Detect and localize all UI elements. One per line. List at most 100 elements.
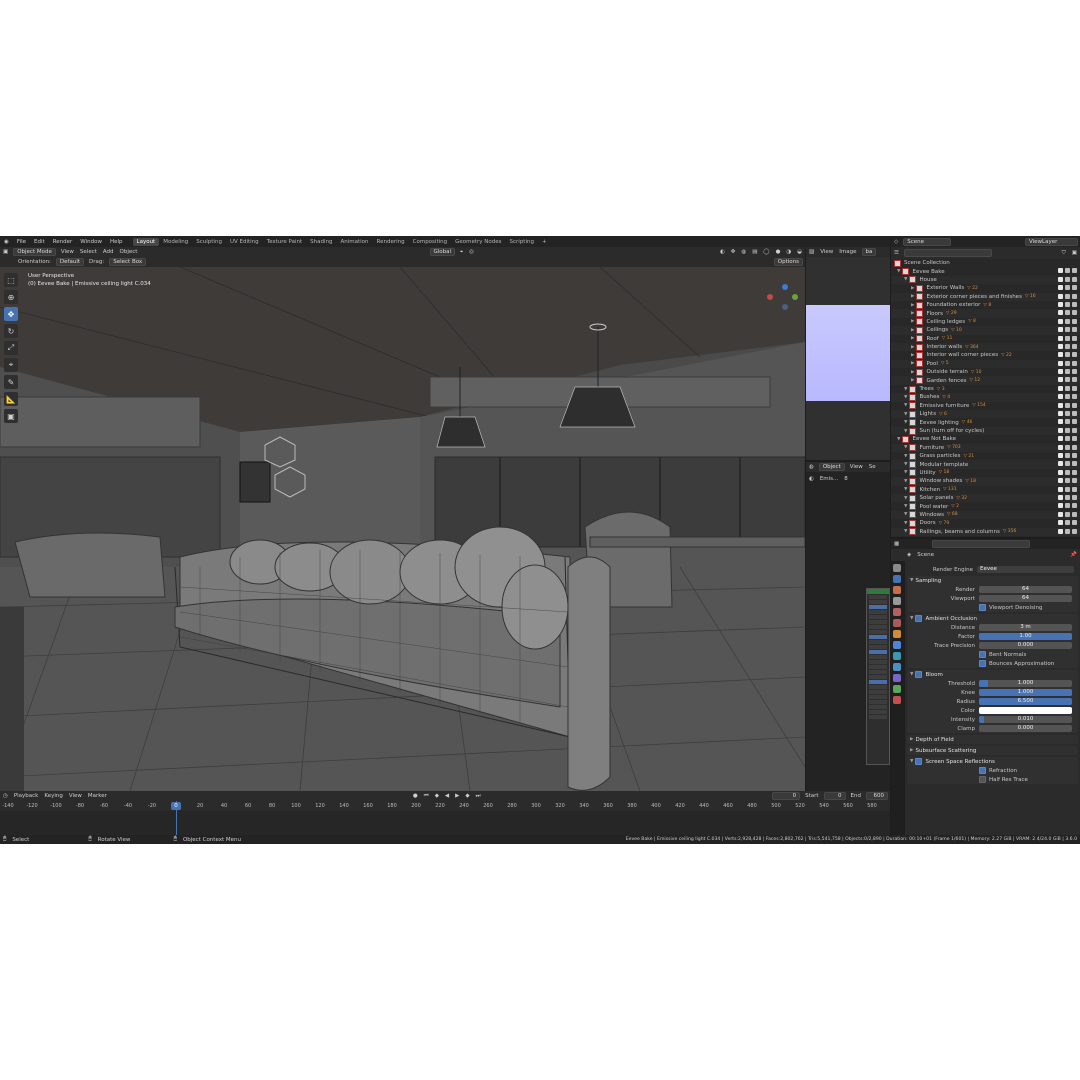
- world-tab-icon[interactable]: [893, 619, 901, 627]
- orientation-dropdown[interactable]: Default: [55, 258, 85, 266]
- exclude-checkbox-icon[interactable]: [1058, 352, 1063, 358]
- tab-animation[interactable]: Animation: [336, 238, 372, 246]
- camera-icon[interactable]: [1072, 503, 1077, 509]
- timeline-menu-playback[interactable]: Playback: [11, 793, 42, 799]
- material-slot[interactable]: 8: [841, 476, 851, 482]
- exclude-checkbox-icon[interactable]: [1058, 503, 1063, 509]
- timeline-ruler[interactable]: -140 -120 -100 -80 -60 -40 -20 0 20 40 60 80 100 120 1…: [0, 801, 890, 811]
- menu-add[interactable]: Add: [100, 249, 117, 255]
- menu-edit[interactable]: Edit: [30, 239, 49, 245]
- play-icon[interactable]: ▶: [452, 793, 462, 799]
- outliner-row[interactable]: ▼ Doors ▽ 79: [891, 519, 1080, 527]
- exclude-checkbox-icon[interactable]: [1058, 461, 1063, 467]
- expand-icon[interactable]: ▼: [904, 277, 907, 282]
- expand-icon[interactable]: ▼: [904, 395, 907, 400]
- jump-start-icon[interactable]: ⏮: [421, 793, 432, 800]
- outliner-row[interactable]: ▼ Utility ▽ 18: [891, 469, 1080, 477]
- exclude-checkbox-icon[interactable]: [1058, 394, 1063, 400]
- outliner-row[interactable]: ▶ Garden fences ▽ 12: [891, 376, 1080, 385]
- outliner-row[interactable]: ▶ Foundation exterior ▽ 8: [891, 301, 1080, 309]
- gizmo-icon[interactable]: ✥: [728, 249, 739, 255]
- exclude-checkbox-icon[interactable]: [1058, 511, 1063, 517]
- exclude-checkbox-icon[interactable]: [1058, 411, 1063, 417]
- play-reverse-icon[interactable]: ◀: [442, 793, 452, 799]
- select-box-icon[interactable]: ⬚: [4, 273, 18, 287]
- viewport-samples-field[interactable]: 64: [979, 595, 1072, 602]
- render-tab-icon[interactable]: [893, 575, 901, 583]
- ssr-header[interactable]: ▼ Screen Space Reflections: [907, 757, 1078, 766]
- outliner-row[interactable]: ▼ Pool water ▽ 2: [891, 502, 1080, 511]
- cursor-icon[interactable]: ⊕: [4, 290, 18, 304]
- outliner-row[interactable]: ▼ Eevee lighting ▽ 46: [891, 418, 1080, 427]
- exclude-checkbox-icon[interactable]: [1058, 318, 1063, 324]
- expand-icon[interactable]: ▶: [911, 336, 914, 341]
- tab-texture-paint[interactable]: Texture Paint: [263, 238, 307, 246]
- expand-icon[interactable]: ▶: [911, 303, 914, 308]
- camera-icon[interactable]: [1072, 444, 1077, 450]
- expand-icon[interactable]: ▶: [911, 328, 914, 333]
- camera-icon[interactable]: [1072, 301, 1077, 307]
- tab-sculpting[interactable]: Sculpting: [192, 238, 226, 246]
- camera-icon[interactable]: [1072, 352, 1077, 358]
- expand-icon[interactable]: ▼: [897, 437, 900, 442]
- expand-icon[interactable]: ▼: [904, 521, 907, 526]
- menu-help[interactable]: Help: [106, 239, 127, 245]
- expand-icon[interactable]: ▶: [911, 353, 914, 358]
- camera-icon[interactable]: [1072, 402, 1077, 408]
- shading-wire-icon[interactable]: ◯: [760, 249, 772, 255]
- principled-bsdf-node[interactable]: [866, 588, 890, 765]
- expand-icon[interactable]: ▼: [904, 412, 907, 417]
- camera-icon[interactable]: [1072, 268, 1077, 274]
- tab-scripting[interactable]: Scripting: [506, 238, 538, 246]
- outliner-row[interactable]: ▼ Furniture ▽ 703: [891, 443, 1080, 452]
- outliner-row[interactable]: ▼ Lights ▽ 6: [891, 410, 1080, 419]
- ao-distance-field[interactable]: 3 m: [979, 624, 1072, 631]
- data-tab-icon[interactable]: [893, 685, 901, 693]
- eye-icon[interactable]: [1065, 436, 1070, 442]
- bloom-clamp-field[interactable]: 0.000: [979, 725, 1072, 732]
- sss-header[interactable]: ▶ Subsurface Scattering: [907, 746, 1078, 755]
- bent-normals-checkbox[interactable]: [979, 651, 986, 658]
- outliner-row[interactable]: ▼ Kitchen ▽ 131: [891, 486, 1080, 494]
- material-tab-icon[interactable]: [893, 696, 901, 704]
- image-menu-image[interactable]: Image: [836, 249, 859, 255]
- outliner-row[interactable]: ▶ Interior walls ▽ 364: [891, 342, 1080, 352]
- render-samples-field[interactable]: 64: [979, 586, 1072, 593]
- outliner-row[interactable]: ▼ Sun (turn off for cycles): [891, 426, 1080, 436]
- annotate-icon[interactable]: ✎: [4, 375, 18, 389]
- eye-icon[interactable]: [1065, 343, 1070, 349]
- bloom-threshold-slider[interactable]: 1.000: [979, 680, 1072, 687]
- timeline-menu-marker[interactable]: Marker: [85, 793, 110, 799]
- camera-icon[interactable]: [1072, 520, 1077, 526]
- eye-icon[interactable]: [1065, 318, 1070, 324]
- camera-icon[interactable]: [1072, 276, 1077, 282]
- material-object-name[interactable]: Emis...: [817, 476, 841, 482]
- transform-icon[interactable]: ⌖: [4, 358, 18, 372]
- scene-tab-icon[interactable]: [893, 608, 901, 616]
- exclude-checkbox-icon[interactable]: [1058, 402, 1063, 408]
- bounces-checkbox[interactable]: [979, 660, 986, 667]
- tab-layout[interactable]: Layout: [132, 237, 160, 246]
- viewlayer-selector[interactable]: ViewLayer: [1025, 237, 1078, 246]
- blender-logo-icon[interactable]: ◉: [0, 239, 13, 245]
- shading-material-icon[interactable]: ◑: [783, 249, 794, 255]
- mode-dropdown[interactable]: Object Mode: [13, 248, 56, 256]
- tool-tab-icon[interactable]: [893, 564, 901, 572]
- tab-uv-editing[interactable]: UV Editing: [226, 238, 263, 246]
- expand-icon[interactable]: ▼: [904, 387, 907, 392]
- exclude-checkbox-icon[interactable]: [1058, 452, 1063, 458]
- move-icon[interactable]: ✥: [4, 307, 18, 321]
- eye-icon[interactable]: [1065, 528, 1070, 534]
- eye-icon[interactable]: [1065, 276, 1070, 282]
- image-editor-type-icon[interactable]: ▨: [806, 249, 817, 255]
- outliner-row[interactable]: ▶ Ceiling ledges ▽ 8: [891, 318, 1080, 326]
- scene-selector[interactable]: Scene: [903, 237, 952, 246]
- outliner-row[interactable]: ▶ Ceilings ▽ 10: [891, 326, 1080, 335]
- outliner-row[interactable]: ▼ Emissive furniture ▽ 154: [891, 402, 1080, 410]
- camera-icon[interactable]: [1072, 469, 1077, 475]
- outliner-row[interactable]: ▶ Interior wall corner pieces ▽ 22: [891, 351, 1080, 359]
- expand-icon[interactable]: ▶: [911, 311, 914, 316]
- exclude-checkbox-icon[interactable]: [1058, 494, 1063, 500]
- physics-tab-icon[interactable]: [893, 663, 901, 671]
- timeline-area[interactable]: [0, 811, 890, 835]
